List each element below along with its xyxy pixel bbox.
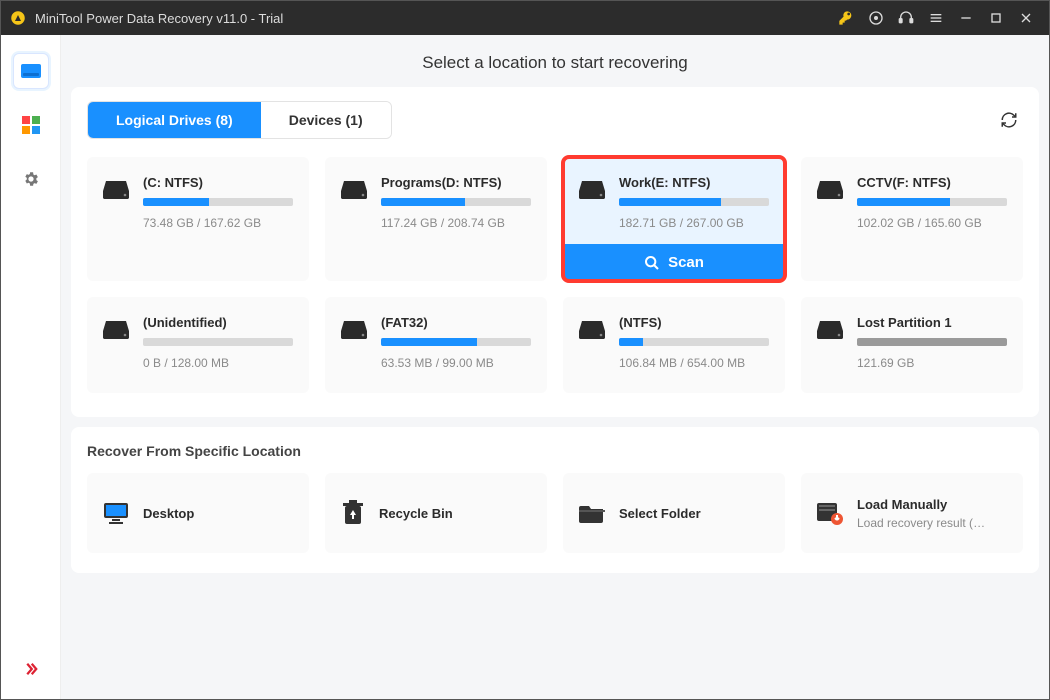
app-window: MiniTool Power Data Recovery v11.0 - Tri… bbox=[0, 0, 1050, 700]
tab-devices[interactable]: Devices (1) bbox=[261, 102, 391, 138]
sidebar-settings-button[interactable] bbox=[13, 161, 49, 197]
location-recycle-label: Recycle Bin bbox=[379, 506, 453, 521]
drive-usage-text: 102.02 GB / 165.60 GB bbox=[857, 216, 1007, 230]
page-heading: Select a location to start recovering bbox=[61, 35, 1049, 87]
drive-card[interactable]: (NTFS) 106.84 MB / 654.00 MB bbox=[563, 297, 785, 393]
tabs: Logical Drives (8) Devices (1) bbox=[87, 101, 392, 139]
drive-icon bbox=[103, 181, 129, 199]
app-logo-icon bbox=[9, 9, 27, 27]
drive-icon bbox=[341, 321, 367, 339]
drive-usage-bar bbox=[143, 338, 293, 346]
location-recycle-bin[interactable]: Recycle Bin bbox=[325, 473, 547, 553]
drive-icon bbox=[579, 181, 605, 199]
tabs-row: Logical Drives (8) Devices (1) bbox=[87, 87, 1023, 139]
drive-usage-bar bbox=[619, 338, 769, 346]
drive-usage-bar bbox=[143, 198, 293, 206]
tab-logical-drives[interactable]: Logical Drives (8) bbox=[88, 102, 261, 138]
drive-card[interactable]: CCTV(F: NTFS) 102.02 GB / 165.60 GB bbox=[801, 157, 1023, 281]
drive-icon bbox=[817, 321, 843, 339]
scan-button[interactable]: Scan bbox=[563, 244, 785, 281]
refresh-button[interactable] bbox=[995, 106, 1023, 134]
drive-icon bbox=[817, 181, 843, 199]
sidebar bbox=[1, 35, 61, 699]
drive-usage-text: 117.24 GB / 208.74 GB bbox=[381, 216, 531, 230]
location-desktop-label: Desktop bbox=[143, 506, 194, 521]
drive-usage-text: 0 B / 128.00 MB bbox=[143, 356, 293, 370]
drive-card[interactable]: (Unidentified) 0 B / 128.00 MB bbox=[87, 297, 309, 393]
drive-icon bbox=[103, 321, 129, 339]
drive-name: Lost Partition 1 bbox=[857, 315, 1007, 330]
drive-usage-text: 121.69 GB bbox=[857, 356, 1007, 370]
drive-name: Work(E: NTFS) bbox=[619, 175, 769, 190]
upgrade-key-button[interactable] bbox=[831, 1, 861, 35]
drive-name: (C: NTFS) bbox=[143, 175, 293, 190]
drive-card[interactable]: (C: NTFS) 73.48 GB / 167.62 GB bbox=[87, 157, 309, 281]
drive-grid: (C: NTFS) 73.48 GB / 167.62 GB Programs(D:… bbox=[87, 157, 1023, 393]
location-select-folder[interactable]: Select Folder bbox=[563, 473, 785, 553]
window-title: MiniTool Power Data Recovery v11.0 - Tri… bbox=[35, 11, 283, 26]
disc-icon-button[interactable] bbox=[861, 1, 891, 35]
locations-heading: Recover From Specific Location bbox=[87, 443, 1023, 459]
drive-name: CCTV(F: NTFS) bbox=[857, 175, 1007, 190]
drive-usage-bar bbox=[857, 198, 1007, 206]
sidebar-apps-button[interactable] bbox=[13, 107, 49, 143]
desktop-icon bbox=[103, 502, 129, 524]
drive-card[interactable]: (FAT32) 63.53 MB / 99.00 MB bbox=[325, 297, 547, 393]
maximize-button[interactable] bbox=[981, 1, 1011, 35]
drive-usage-text: 63.53 MB / 99.00 MB bbox=[381, 356, 531, 370]
main: Select a location to start recovering Lo… bbox=[61, 35, 1049, 699]
drive-name: (Unidentified) bbox=[143, 315, 293, 330]
drive-icon bbox=[341, 181, 367, 199]
drive-icon bbox=[579, 321, 605, 339]
location-manual-title: Load Manually bbox=[857, 497, 987, 512]
drive-usage-text: 106.84 MB / 654.00 MB bbox=[619, 356, 769, 370]
locations-panel: Recover From Specific Location Desktop R… bbox=[71, 427, 1039, 573]
drive-name: (NTFS) bbox=[619, 315, 769, 330]
location-load-manually[interactable]: Load Manually Load recovery result (*... bbox=[801, 473, 1023, 553]
body: Select a location to start recovering Lo… bbox=[1, 35, 1049, 699]
titlebar: MiniTool Power Data Recovery v11.0 - Tri… bbox=[1, 1, 1049, 35]
drive-usage-text: 182.71 GB / 267.00 GB bbox=[619, 216, 769, 230]
support-icon-button[interactable] bbox=[891, 1, 921, 35]
location-manual-subtitle: Load recovery result (*... bbox=[857, 516, 987, 530]
drives-panel: Logical Drives (8) Devices (1) (C: NTFS)… bbox=[71, 87, 1039, 417]
folder-icon bbox=[579, 502, 605, 524]
drive-card[interactable]: Lost Partition 1 121.69 GB bbox=[801, 297, 1023, 393]
drive-usage-bar bbox=[381, 198, 531, 206]
sidebar-recovery-button[interactable] bbox=[13, 53, 49, 89]
recycle-bin-icon bbox=[341, 500, 365, 526]
drive-usage-bar bbox=[381, 338, 531, 346]
menu-icon-button[interactable] bbox=[921, 1, 951, 35]
location-folder-label: Select Folder bbox=[619, 506, 701, 521]
close-button[interactable] bbox=[1011, 1, 1041, 35]
drive-card[interactable]: Work(E: NTFS) 182.71 GB / 267.00 GB Scan bbox=[563, 157, 785, 281]
drive-name: (FAT32) bbox=[381, 315, 531, 330]
sidebar-expand-button[interactable] bbox=[13, 651, 49, 687]
drive-name: Programs(D: NTFS) bbox=[381, 175, 531, 190]
load-manually-icon bbox=[817, 501, 843, 525]
location-desktop[interactable]: Desktop bbox=[87, 473, 309, 553]
scan-button-label: Scan bbox=[668, 254, 704, 271]
drive-card[interactable]: Programs(D: NTFS) 117.24 GB / 208.74 GB bbox=[325, 157, 547, 281]
drive-usage-text: 73.48 GB / 167.62 GB bbox=[143, 216, 293, 230]
minimize-button[interactable] bbox=[951, 1, 981, 35]
drive-usage-bar bbox=[619, 198, 769, 206]
locations-grid: Desktop Recycle Bin Select Folder bbox=[87, 473, 1023, 553]
drive-usage-bar bbox=[857, 338, 1007, 346]
